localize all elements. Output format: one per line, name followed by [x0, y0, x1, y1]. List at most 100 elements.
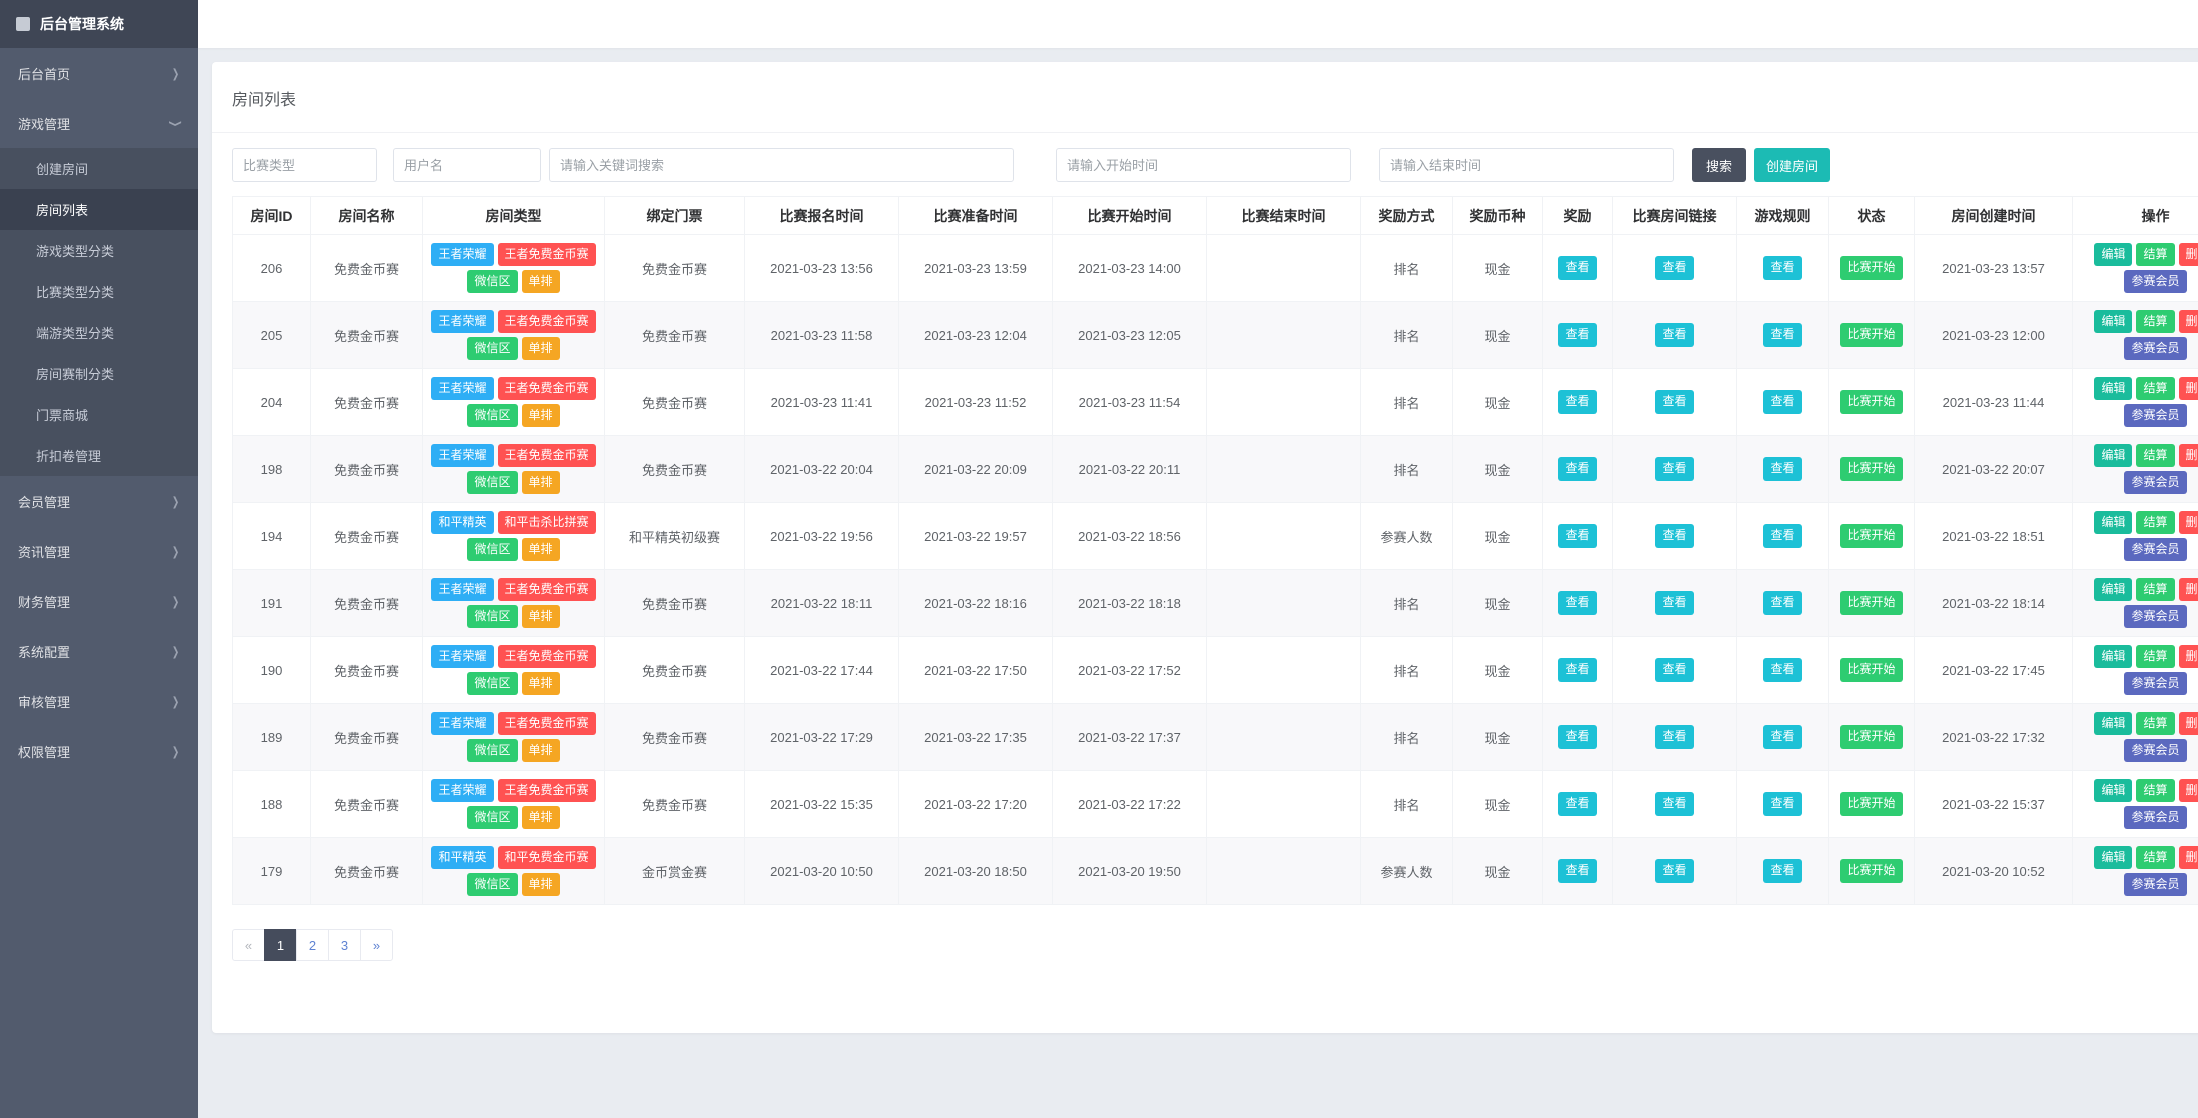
view-reward-button[interactable]: 查看 [1558, 524, 1597, 548]
view-room-link-button[interactable]: 查看 [1655, 792, 1694, 816]
view-room-link-button[interactable]: 查看 [1655, 524, 1694, 548]
view-rules-button[interactable]: 查看 [1763, 323, 1802, 347]
edit-button[interactable]: 编辑 [2094, 309, 2133, 333]
delete-button[interactable]: 删除 [2178, 711, 2198, 735]
sidebar-item-后台首页[interactable]: 后台首页 ❯ [0, 48, 198, 98]
view-rules-button[interactable]: 查看 [1763, 725, 1802, 749]
edit-button[interactable]: 编辑 [2094, 644, 2133, 668]
sidebar-item-游戏管理[interactable]: 游戏管理 ❯ [0, 98, 198, 148]
start-time-cell: 2021-03-22 18:56 [1052, 502, 1207, 570]
settle-button[interactable]: 结算 [2136, 376, 2175, 400]
edit-button[interactable]: 编辑 [2094, 510, 2133, 534]
sidebar-item-端游类型分类[interactable]: 端游类型分类 [0, 312, 198, 353]
sidebar-item-折扣卷管理[interactable]: 折扣卷管理 [0, 435, 198, 476]
create-room-button[interactable]: 创建房间 [1754, 148, 1831, 182]
sidebar-item-创建房间[interactable]: 创建房间 [0, 148, 198, 189]
view-reward-button[interactable]: 查看 [1558, 591, 1597, 615]
pagination-next[interactable]: » [360, 929, 393, 961]
sidebar-item-比赛类型分类[interactable]: 比赛类型分类 [0, 271, 198, 312]
view-room-link-button[interactable]: 查看 [1655, 658, 1694, 682]
match-type-select[interactable] [232, 148, 377, 182]
end-time-input[interactable] [1379, 148, 1674, 182]
delete-button[interactable]: 删除 [2178, 376, 2198, 400]
view-rules-button[interactable]: 查看 [1763, 256, 1802, 280]
pagination-prev[interactable]: « [232, 929, 265, 961]
settle-button[interactable]: 结算 [2136, 443, 2175, 467]
members-button[interactable]: 参赛会员 [2124, 739, 2187, 763]
table-row: 188 免费金币赛 王者荣耀 王者免费金币赛 微信区 单排 免费金币赛 2021-03-22 … [232, 770, 2198, 838]
view-reward-button[interactable]: 查看 [1558, 323, 1597, 347]
view-room-link-button[interactable]: 查看 [1655, 859, 1694, 883]
view-rules-button[interactable]: 查看 [1763, 390, 1802, 414]
view-reward-button[interactable]: 查看 [1558, 256, 1597, 280]
delete-button[interactable]: 删除 [2178, 443, 2198, 467]
sidebar-item-会员管理[interactable]: 会员管理 ❯ [0, 476, 198, 526]
settle-button[interactable]: 结算 [2136, 778, 2175, 802]
settle-button[interactable]: 结算 [2136, 309, 2175, 333]
pagination-page-3[interactable]: 3 [328, 929, 361, 961]
search-button[interactable]: 搜索 [1692, 148, 1747, 182]
view-room-link-button[interactable]: 查看 [1655, 323, 1694, 347]
sidebar-item-门票商城[interactable]: 门票商城 [0, 394, 198, 435]
view-reward-button[interactable]: 查看 [1558, 457, 1597, 481]
members-button[interactable]: 参赛会员 [2124, 270, 2187, 294]
view-reward-button[interactable]: 查看 [1558, 859, 1597, 883]
members-button[interactable]: 参赛会员 [2124, 873, 2187, 897]
pagination-page-1[interactable]: 1 [264, 929, 297, 961]
edit-button[interactable]: 编辑 [2094, 443, 2133, 467]
keyword-input[interactable] [549, 148, 1014, 182]
view-room-link-button[interactable]: 查看 [1655, 256, 1694, 280]
edit-button[interactable]: 编辑 [2094, 845, 2133, 869]
view-room-link-button[interactable]: 查看 [1655, 725, 1694, 749]
members-button[interactable]: 参赛会员 [2124, 538, 2187, 562]
view-room-link-button[interactable]: 查看 [1655, 591, 1694, 615]
settle-button[interactable]: 结算 [2136, 644, 2175, 668]
username-select[interactable] [393, 148, 541, 182]
view-rules-button[interactable]: 查看 [1763, 792, 1802, 816]
delete-button[interactable]: 删除 [2178, 242, 2198, 266]
settle-button[interactable]: 结算 [2136, 711, 2175, 735]
view-reward-button[interactable]: 查看 [1558, 725, 1597, 749]
view-reward-button[interactable]: 查看 [1558, 658, 1597, 682]
edit-button[interactable]: 编辑 [2094, 577, 2133, 601]
delete-button[interactable]: 删除 [2178, 644, 2198, 668]
delete-button[interactable]: 删除 [2178, 845, 2198, 869]
sidebar-item-房间赛制分类[interactable]: 房间赛制分类 [0, 353, 198, 394]
settle-button[interactable]: 结算 [2136, 577, 2175, 601]
delete-button[interactable]: 删除 [2178, 577, 2198, 601]
sidebar-item-系统配置[interactable]: 系统配置 ❯ [0, 626, 198, 676]
start-time-input[interactable] [1056, 148, 1351, 182]
sidebar-item-资讯管理[interactable]: 资讯管理 ❯ [0, 526, 198, 576]
view-room-link-button[interactable]: 查看 [1655, 457, 1694, 481]
members-button[interactable]: 参赛会员 [2124, 672, 2187, 696]
delete-button[interactable]: 删除 [2178, 510, 2198, 534]
members-button[interactable]: 参赛会员 [2124, 806, 2187, 830]
delete-button[interactable]: 删除 [2178, 778, 2198, 802]
edit-button[interactable]: 编辑 [2094, 778, 2133, 802]
view-room-link-button[interactable]: 查看 [1655, 390, 1694, 414]
pagination-page-2[interactable]: 2 [296, 929, 329, 961]
sidebar-item-财务管理[interactable]: 财务管理 ❯ [0, 576, 198, 626]
view-rules-button[interactable]: 查看 [1763, 658, 1802, 682]
sidebar-item-审核管理[interactable]: 审核管理 ❯ [0, 676, 198, 726]
sidebar-item-游戏类型分类[interactable]: 游戏类型分类 [0, 230, 198, 271]
sidebar-item-房间列表[interactable]: 房间列表 [0, 189, 198, 230]
members-button[interactable]: 参赛会员 [2124, 337, 2187, 361]
members-button[interactable]: 参赛会员 [2124, 404, 2187, 428]
members-button[interactable]: 参赛会员 [2124, 471, 2187, 495]
view-rules-button[interactable]: 查看 [1763, 591, 1802, 615]
edit-button[interactable]: 编辑 [2094, 711, 2133, 735]
view-rules-button[interactable]: 查看 [1763, 524, 1802, 548]
settle-button[interactable]: 结算 [2136, 845, 2175, 869]
view-reward-button[interactable]: 查看 [1558, 390, 1597, 414]
view-rules-button[interactable]: 查看 [1763, 457, 1802, 481]
members-button[interactable]: 参赛会员 [2124, 605, 2187, 629]
view-rules-button[interactable]: 查看 [1763, 859, 1802, 883]
view-reward-button[interactable]: 查看 [1558, 792, 1597, 816]
settle-button[interactable]: 结算 [2136, 510, 2175, 534]
edit-button[interactable]: 编辑 [2094, 376, 2133, 400]
sidebar-item-权限管理[interactable]: 权限管理 ❯ [0, 726, 198, 776]
edit-button[interactable]: 编辑 [2094, 242, 2133, 266]
settle-button[interactable]: 结算 [2136, 242, 2175, 266]
delete-button[interactable]: 删除 [2178, 309, 2198, 333]
